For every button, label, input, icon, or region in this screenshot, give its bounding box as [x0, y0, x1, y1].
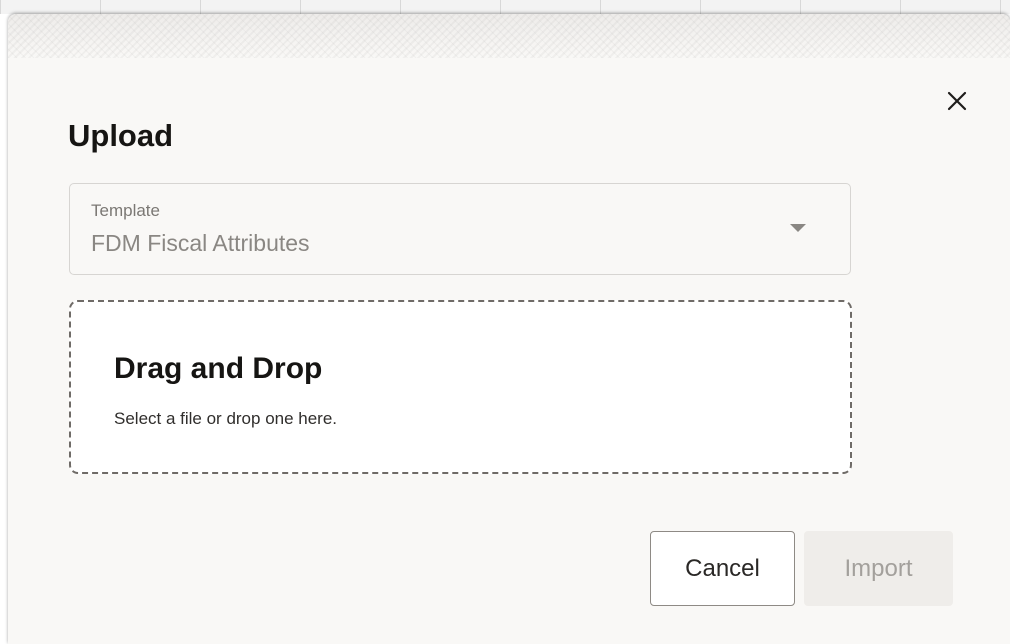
dialog-title: Upload — [68, 118, 174, 153]
template-select[interactable]: Template FDM Fiscal Attributes — [69, 183, 851, 275]
file-dropzone[interactable]: Drag and Drop Select a file or drop one … — [69, 300, 852, 474]
template-select-label: Template — [91, 201, 160, 220]
dropzone-subtitle: Select a file or drop one here. — [114, 409, 338, 428]
dropzone-title: Drag and Drop — [114, 352, 323, 385]
close-button[interactable] — [932, 76, 982, 126]
dialog-header-texture — [8, 14, 1010, 58]
template-select-value: FDM Fiscal Attributes — [91, 230, 310, 256]
background-page-strip — [0, 0, 1010, 14]
cancel-button[interactable]: Cancel — [650, 531, 795, 606]
import-button[interactable]: Import — [804, 531, 953, 606]
upload-dialog: Upload Template FDM Fiscal Attributes Dr… — [8, 14, 1010, 644]
close-icon — [947, 91, 967, 111]
caret-down-icon — [790, 224, 806, 232]
